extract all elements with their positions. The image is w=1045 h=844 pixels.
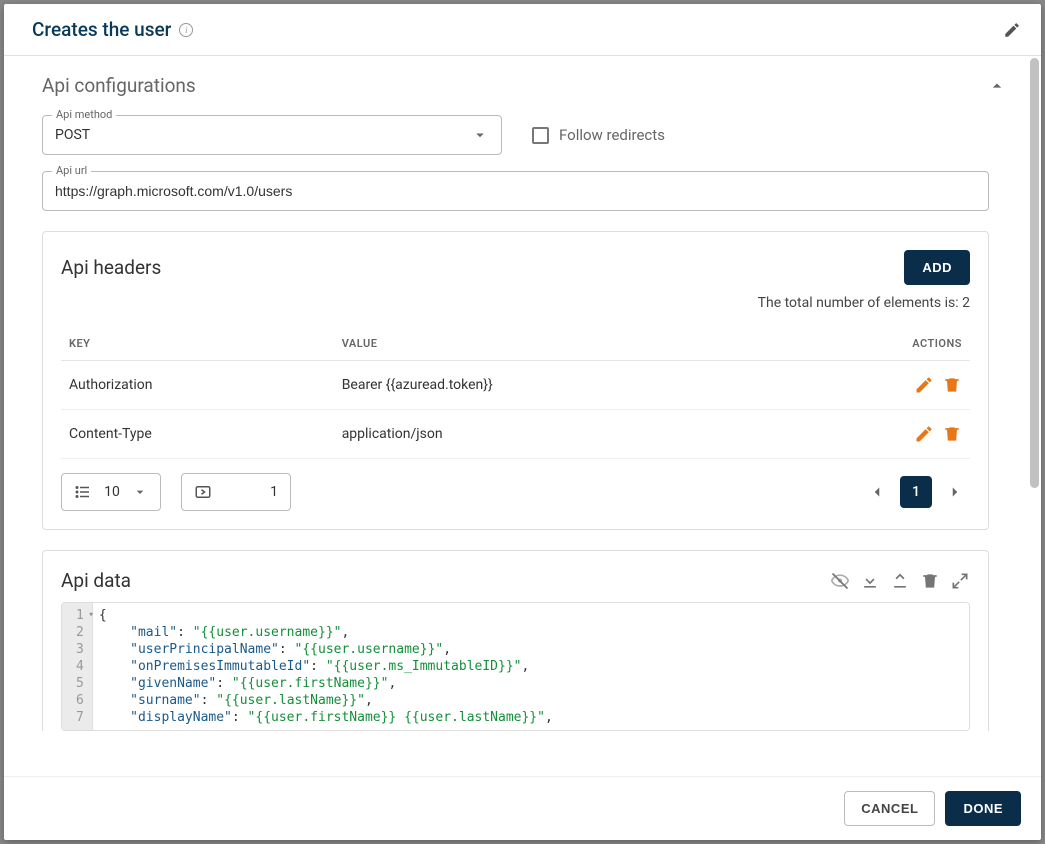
- api-headers-card: Api headers ADD The total number of elem…: [42, 231, 989, 530]
- delete-icon[interactable]: [942, 424, 962, 444]
- section-body: Api method POST Follow redirects: [4, 115, 1027, 771]
- delete-icon[interactable]: [942, 375, 962, 395]
- chevron-down-icon: [132, 484, 148, 500]
- api-url-field: Api url: [42, 171, 989, 211]
- header-key: Content-Type: [61, 410, 334, 459]
- scrollbar[interactable]: [1029, 56, 1041, 776]
- col-actions: ACTIONS: [870, 327, 970, 361]
- section-header-api-config[interactable]: Api configurations: [4, 56, 1027, 115]
- cancel-button[interactable]: CANCEL: [844, 791, 935, 826]
- info-icon[interactable]: i: [179, 23, 193, 37]
- modal-dialog: Creates the user i Api configurations Ap…: [4, 4, 1041, 840]
- expand-icon[interactable]: [950, 571, 970, 591]
- page-size-value: 10: [102, 484, 122, 500]
- code-gutter: 1234567: [62, 603, 93, 730]
- edit-title-icon[interactable]: [1003, 21, 1021, 39]
- header-key: Authorization: [61, 361, 334, 410]
- delete-icon[interactable]: [920, 571, 940, 591]
- api-method-label: Api method: [52, 108, 116, 121]
- follow-redirects-label: Follow redirects: [559, 126, 665, 144]
- header-actions: [870, 361, 970, 410]
- code-editor[interactable]: 1234567 { "mail": "{{user.username}}", "…: [61, 602, 970, 731]
- code-lines: { "mail": "{{user.username}}", "userPrin…: [93, 603, 969, 730]
- edit-icon[interactable]: [914, 375, 934, 395]
- hide-icon[interactable]: [830, 571, 850, 591]
- modal-title-text: Creates the user: [32, 18, 171, 41]
- modal-title: Creates the user i: [32, 18, 1003, 41]
- done-button[interactable]: DONE: [945, 791, 1021, 826]
- api-url-label: Api url: [52, 164, 91, 177]
- goto-page-input[interactable]: 1: [181, 473, 291, 511]
- header-value: application/json: [334, 410, 870, 459]
- pager-next-button[interactable]: [940, 477, 970, 507]
- chevron-down-icon: [471, 126, 489, 144]
- api-headers-title: Api headers: [61, 256, 904, 279]
- download-icon[interactable]: [860, 571, 880, 591]
- pager-prev-button[interactable]: [862, 477, 892, 507]
- api-method-field: Api method POST: [42, 115, 502, 155]
- list-icon: [74, 483, 92, 501]
- page-size-select[interactable]: 10: [61, 473, 161, 511]
- upload-icon[interactable]: [890, 571, 910, 591]
- follow-redirects-checkbox[interactable]: [532, 127, 549, 144]
- pager-row: 10 1: [61, 473, 970, 511]
- col-key: KEY: [61, 327, 334, 361]
- pager-nav: 1: [862, 476, 970, 508]
- api-data-title: Api data: [61, 569, 830, 592]
- follow-redirects-field: Follow redirects: [532, 126, 665, 144]
- add-header-button[interactable]: ADD: [904, 250, 970, 285]
- api-data-card: Api data 1234567 { "mail": "{{user.usern…: [42, 550, 989, 731]
- col-value: VALUE: [334, 327, 870, 361]
- scrollbar-thumb[interactable]: [1030, 58, 1039, 488]
- api-url-input[interactable]: [42, 171, 989, 211]
- pager-current-page[interactable]: 1: [900, 476, 932, 508]
- modal-footer: CANCEL DONE: [4, 776, 1041, 840]
- section-title: Api configurations: [42, 74, 987, 97]
- goto-page-value: 1: [222, 484, 278, 500]
- modal-body: Api configurations Api method POST: [4, 56, 1041, 776]
- header-value: Bearer {{azuread.token}}: [334, 361, 870, 410]
- headers-table: KEY VALUE ACTIONS AuthorizationBearer {{…: [61, 327, 970, 459]
- api-method-select[interactable]: POST: [42, 115, 502, 155]
- api-method-value: POST: [55, 127, 471, 143]
- headers-total-text: The total number of elements is: 2: [61, 295, 970, 311]
- modal-header: Creates the user i: [4, 4, 1041, 56]
- edit-icon[interactable]: [914, 424, 934, 444]
- goto-icon: [194, 483, 212, 501]
- chevron-up-icon: [987, 76, 1007, 96]
- table-row: Content-Typeapplication/json: [61, 410, 970, 459]
- table-row: AuthorizationBearer {{azuread.token}}: [61, 361, 970, 410]
- data-toolbar: [830, 571, 970, 591]
- header-actions: [870, 410, 970, 459]
